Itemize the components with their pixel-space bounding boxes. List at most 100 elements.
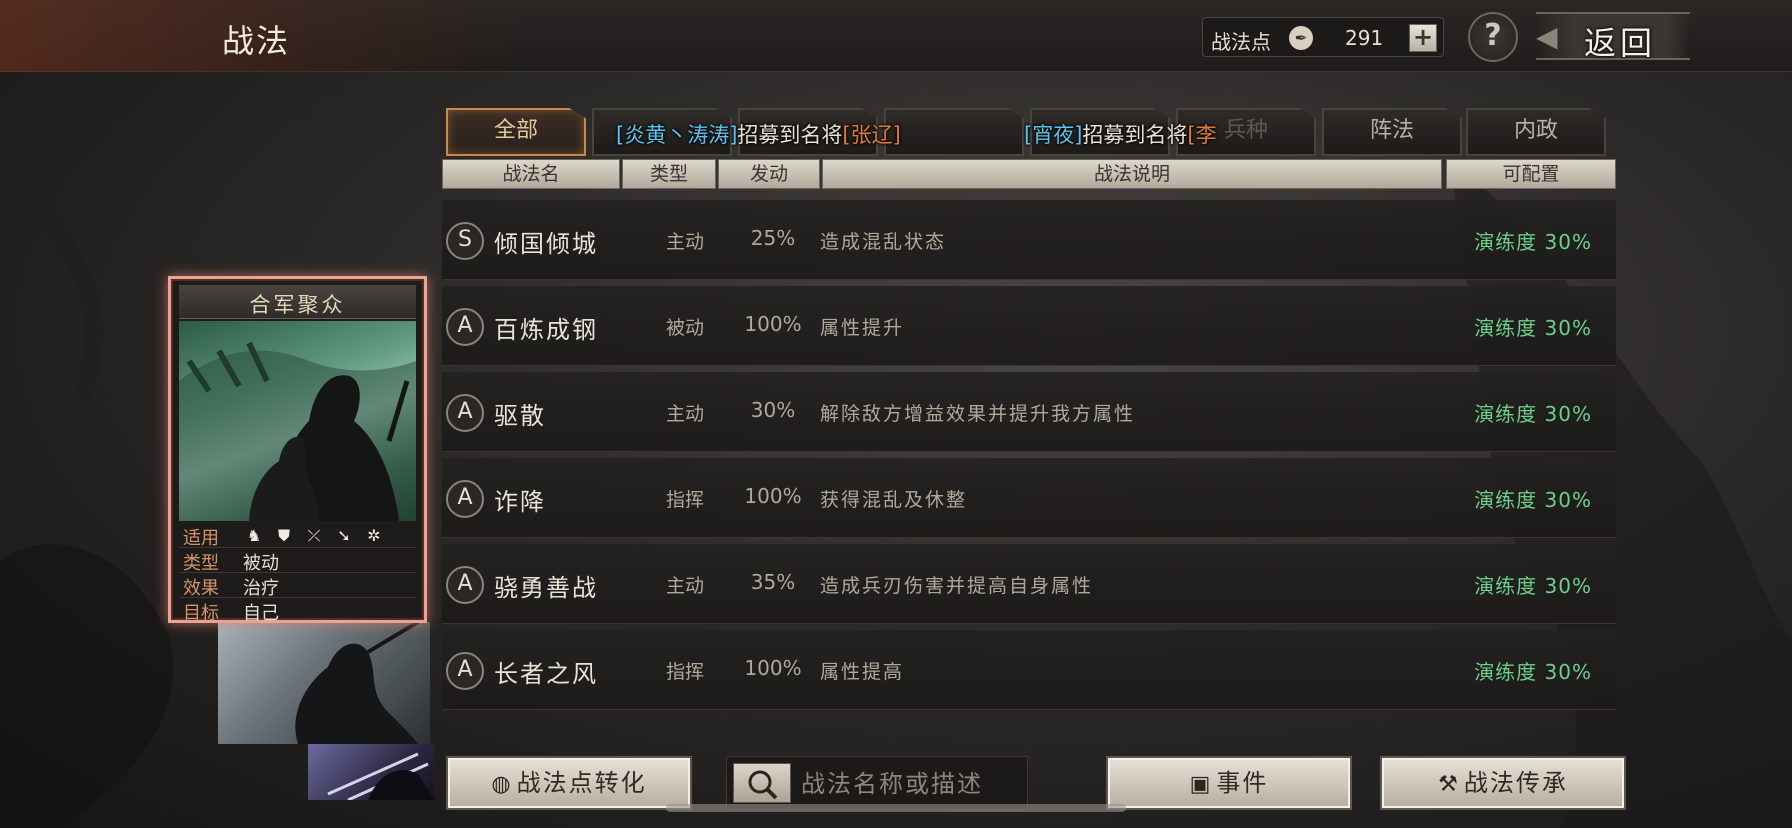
skill-name: 百炼成钢: [494, 316, 598, 344]
spear-icon: ➘: [337, 526, 351, 545]
shield-icon: ⛊: [277, 526, 290, 545]
cavalry-icon: ♞: [246, 526, 262, 545]
skill-description: 造成兵刃伤害并提高自身属性: [820, 575, 1094, 597]
search-box: [726, 756, 1028, 810]
table-header: 战法名 类型 发动 战法说明 可配置: [442, 159, 1616, 189]
skill-training: 演练度 30%: [1474, 488, 1592, 512]
back-button[interactable]: ◀ 返回: [1536, 12, 1690, 62]
skill-chance: 100%: [744, 312, 802, 336]
card-title-bar: 合军聚众: [179, 285, 416, 319]
card-info-key: 适用: [183, 528, 219, 549]
skill-row[interactable]: A 百炼成钢 被动 100% 属性提升 演练度 30%: [442, 286, 1616, 366]
card-info-key: 效果: [183, 578, 219, 599]
column-header-name[interactable]: 战法名: [442, 159, 620, 189]
tab-internal-affairs[interactable]: 内政: [1466, 108, 1606, 156]
skill-name: 驱散: [494, 402, 546, 430]
tab-4[interactable]: [884, 108, 1024, 156]
card-art-silhouette: [327, 752, 434, 800]
help-button[interactable]: ?: [1468, 12, 1518, 62]
column-header-type[interactable]: 类型: [622, 159, 716, 189]
search-input[interactable]: [801, 765, 1021, 803]
skill-training: 演练度 30%: [1474, 230, 1592, 254]
skill-description: 属性提高: [820, 661, 905, 683]
skill-type: 指挥: [665, 661, 704, 683]
notice-general-name: [张辽]: [842, 123, 901, 147]
broadcast-notice-1: [炎黄丶涛涛]招募到名将[张辽]: [616, 119, 901, 149]
skill-row[interactable]: A 诈降 指挥 100% 获得混乱及休整 演练度 30%: [442, 458, 1616, 538]
skill-name: 诈降: [494, 488, 546, 516]
broadcast-notice-2: [宵夜]招募到名将[李: [1024, 119, 1217, 149]
back-label: 返回: [1584, 24, 1657, 62]
event-button[interactable]: ▣ 事件: [1106, 756, 1352, 810]
event-icon: ▣: [1189, 772, 1213, 797]
top-bar: 战法 战法点 ✒ 291 + ? ◀ 返回: [0, 0, 1792, 72]
skill-type: 被动: [665, 317, 704, 339]
card-info-value: 治疗: [243, 578, 279, 599]
tab-formation[interactable]: 阵法: [1322, 108, 1462, 156]
card-info-key: 类型: [183, 553, 219, 574]
selected-skill-card[interactable]: 合军聚众 适用 ♞ ⛊ ⤫ ➘ ✲ 类型 被动 效果 治疗 目标 自己: [168, 276, 427, 624]
page-title: 战法: [222, 22, 291, 60]
skill-type: 指挥: [665, 489, 704, 511]
card-info-value: 被动: [243, 553, 279, 574]
skill-description: 获得混乱及休整: [820, 489, 968, 511]
skill-row[interactable]: S 倾国倾城 主动 25% 造成混乱状态 演练度 30%: [442, 200, 1616, 280]
skill-points-label: 战法点: [1211, 30, 1271, 54]
card-info-key: 目标: [183, 603, 219, 624]
event-label: 事件: [1216, 769, 1269, 797]
search-icon: [748, 770, 778, 800]
skill-training: 演练度 30%: [1474, 574, 1592, 598]
tab-all[interactable]: 全部: [446, 108, 586, 156]
column-header-chance[interactable]: 发动: [718, 159, 820, 189]
skill-list: S 倾国倾城 主动 25% 造成混乱状态 演练度 30% A 百炼成钢 被动 1…: [442, 200, 1616, 740]
card-info-row: 类型 被动: [179, 548, 416, 574]
skill-chance: 35%: [750, 570, 796, 594]
column-header-config[interactable]: 可配置: [1446, 159, 1616, 189]
search-button[interactable]: [733, 763, 791, 803]
skill-chance: 30%: [750, 398, 796, 422]
bow-icon: ⤫: [307, 526, 321, 545]
card-title: 合军聚众: [249, 293, 346, 317]
convert-points-button[interactable]: ◍ 战法点转化: [446, 756, 692, 810]
notice-player-name: [炎黄丶涛涛]: [616, 123, 738, 147]
skill-card-back-1[interactable]: [218, 622, 430, 744]
card-info: 适用 ♞ ⛊ ⤫ ➘ ✲ 类型 被动 效果 治疗 目标 自己: [179, 523, 416, 624]
skill-chance: 25%: [750, 226, 796, 250]
skill-card-back-2[interactable]: [308, 744, 434, 800]
skill-row[interactable]: A 驱散 主动 30% 解除敌方增益效果并提升我方属性 演练度 30%: [442, 372, 1616, 452]
card-art: [179, 321, 416, 521]
grade-badge: A: [446, 652, 484, 690]
grade-badge: A: [446, 394, 484, 432]
skill-points-display: 战法点 ✒ 291 +: [1202, 17, 1444, 57]
skill-description: 属性提升: [820, 317, 905, 339]
card-info-row: 目标 自己: [179, 598, 416, 624]
grade-badge: A: [446, 308, 484, 346]
flame-icon: ◍: [491, 772, 513, 797]
hammer-icon: ⚒: [1438, 772, 1460, 797]
wheel-icon: ✲: [367, 526, 381, 545]
grade-badge: S: [446, 222, 484, 260]
column-header-desc: 战法说明: [822, 159, 1442, 189]
convert-points-label: 战法点转化: [516, 769, 647, 797]
skill-row[interactable]: A 长者之风 指挥 100% 属性提高 演练度 30%: [442, 630, 1616, 710]
skill-description: 造成混乱状态: [820, 231, 947, 253]
card-info-value: 自己: [243, 603, 279, 624]
skill-training: 演练度 30%: [1474, 402, 1592, 426]
home-indicator[interactable]: [666, 804, 1126, 812]
card-art-silhouette: [295, 622, 420, 744]
notice-player-name: [宵夜]: [1024, 123, 1083, 147]
skill-type: 主动: [665, 231, 704, 253]
add-points-button[interactable]: +: [1409, 24, 1437, 52]
card-info-row: 适用 ♞ ⛊ ⤫ ➘ ✲: [179, 523, 416, 549]
skill-chance: 100%: [744, 656, 802, 680]
inherit-skill-button[interactable]: ⚒ 战法传承: [1380, 756, 1626, 810]
grade-badge: A: [446, 480, 484, 518]
skill-type: 主动: [665, 403, 704, 425]
card-info-row: 效果 治疗: [179, 573, 416, 599]
skill-name: 长者之风: [494, 660, 598, 688]
notice-text: 招募到名将: [737, 123, 843, 147]
notice-general-name: [李: [1187, 123, 1217, 147]
skill-name: 骁勇善战: [494, 574, 598, 602]
skill-row[interactable]: A 骁勇善战 主动 35% 造成兵刃伤害并提高自身属性 演练度 30%: [442, 544, 1616, 624]
grade-badge: A: [446, 566, 484, 604]
